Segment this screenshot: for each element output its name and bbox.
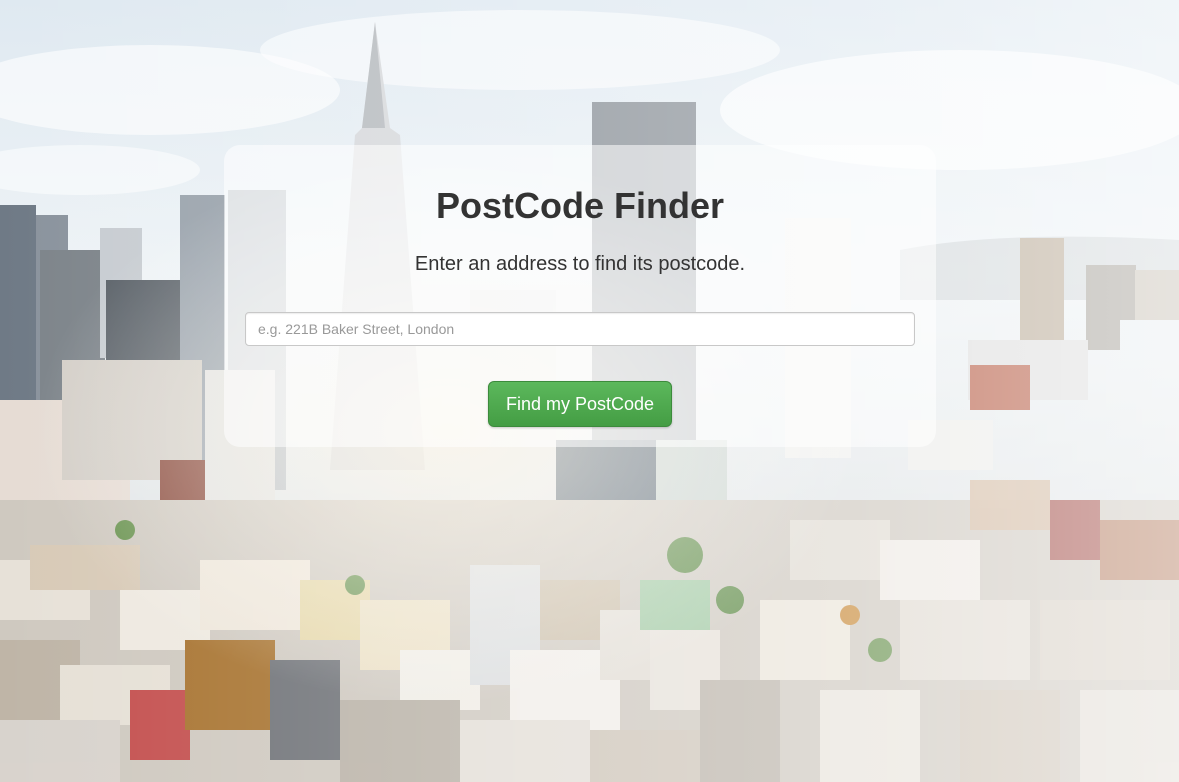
find-postcode-button[interactable]: Find my PostCode <box>488 381 672 427</box>
address-input[interactable] <box>245 312 915 346</box>
page: PostCode Finder Enter an address to find… <box>0 0 1179 782</box>
page-subtitle: Enter an address to find its postcode. <box>414 253 746 275</box>
page-title: PostCode Finder <box>435 185 725 226</box>
search-card: PostCode Finder Enter an address to find… <box>224 145 936 447</box>
